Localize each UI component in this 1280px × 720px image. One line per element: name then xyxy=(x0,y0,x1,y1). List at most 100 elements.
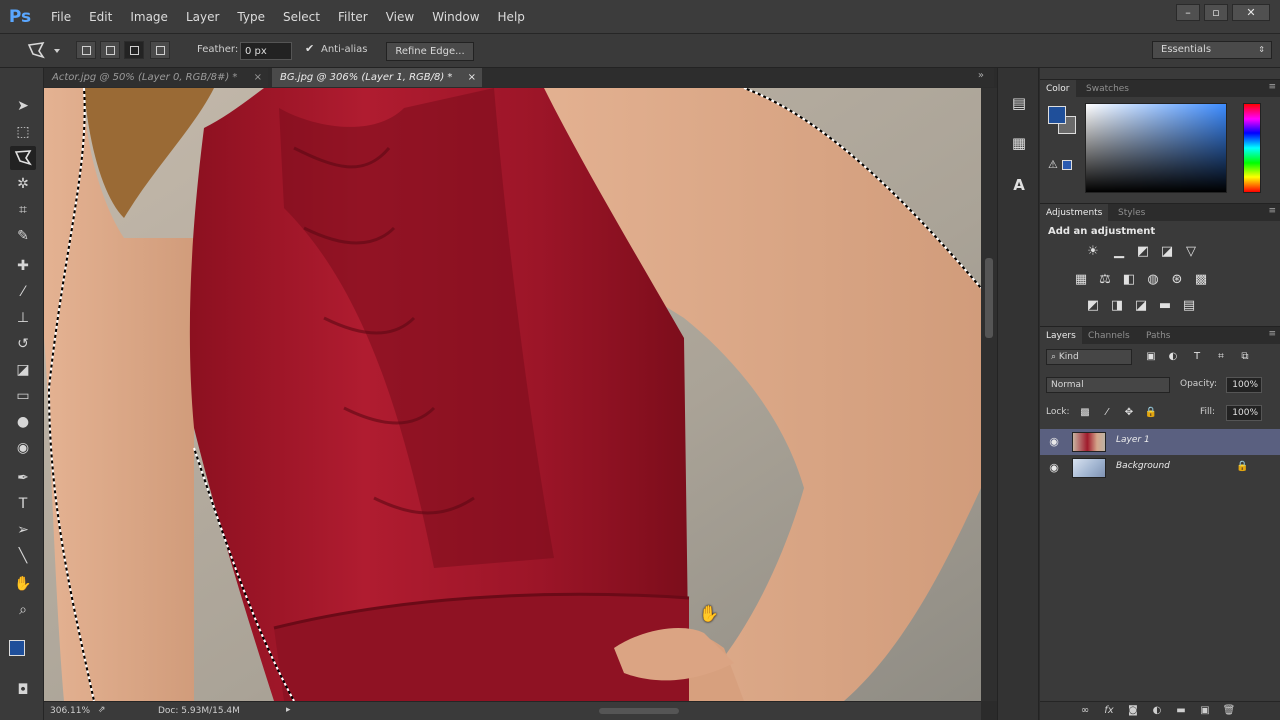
link-layers-icon[interactable]: ∞ xyxy=(1078,704,1092,718)
lock-pixels-icon[interactable]: ⁄ xyxy=(1098,405,1116,421)
menu-layer[interactable]: Layer xyxy=(177,10,228,24)
blend-mode-select[interactable]: Normal xyxy=(1046,377,1170,393)
brightness-icon[interactable]: ☀ xyxy=(1084,244,1102,260)
tab-actor-doc[interactable]: Actor.jpg @ 50% (Layer 0, RGB/8#) * × xyxy=(44,68,268,87)
new-adjustment-icon[interactable]: ◐ xyxy=(1150,704,1164,718)
filter-shape-icon[interactable]: ⌗ xyxy=(1212,349,1230,365)
filter-type-icon[interactable]: T xyxy=(1188,349,1206,365)
menu-filter[interactable]: Filter xyxy=(329,10,377,24)
hue-saturation-icon[interactable]: ▦ xyxy=(1072,272,1090,288)
delete-layer-icon[interactable]: 🗑 xyxy=(1222,704,1236,718)
hand-tool-icon[interactable]: ✋ xyxy=(10,572,36,596)
workspace-select[interactable]: Essentials ⇕ xyxy=(1152,41,1272,59)
photo-filter-icon[interactable]: ◍ xyxy=(1144,272,1162,288)
blur-tool-icon[interactable]: ● xyxy=(10,410,36,434)
menu-window[interactable]: Window xyxy=(423,10,488,24)
layer-style-icon[interactable]: fx xyxy=(1102,704,1116,718)
feather-input[interactable] xyxy=(240,42,292,60)
zoom-readout[interactable]: 306.11% xyxy=(50,706,90,716)
visibility-eye-icon[interactable]: ◉ xyxy=(1047,461,1061,475)
character-panel-icon[interactable]: A xyxy=(1006,172,1032,198)
quick-mask-icon[interactable]: ◘ xyxy=(10,678,36,702)
black-white-icon[interactable]: ◧ xyxy=(1120,272,1138,288)
tab-styles[interactable]: Styles xyxy=(1112,204,1151,222)
filter-smartobject-icon[interactable]: ⧉ xyxy=(1236,349,1254,365)
collapse-icon[interactable]: » xyxy=(978,70,984,81)
color-balance-icon[interactable]: ⚖ xyxy=(1096,272,1114,288)
close-icon[interactable]: × xyxy=(468,68,476,87)
type-tool-icon[interactable]: T xyxy=(10,492,36,516)
curves-icon[interactable]: ◩ xyxy=(1134,244,1152,260)
crop-tool-icon[interactable]: ⌗ xyxy=(10,198,36,222)
layer-row-layer-1[interactable]: ◉ Layer 1 xyxy=(1040,429,1280,455)
lasso-tool-icon[interactable] xyxy=(10,146,36,170)
menu-view[interactable]: View xyxy=(377,10,423,24)
color-foreground-swatch[interactable] xyxy=(1048,106,1066,124)
tab-swatches[interactable]: Swatches xyxy=(1080,80,1135,98)
threshold-icon[interactable]: ◪ xyxy=(1132,298,1150,314)
new-selection-button[interactable] xyxy=(76,41,96,59)
posterize-icon[interactable]: ◨ xyxy=(1108,298,1126,314)
visibility-eye-icon[interactable]: ◉ xyxy=(1047,435,1061,449)
fill-input[interactable]: 100% xyxy=(1226,405,1262,421)
hue-slider[interactable] xyxy=(1243,103,1261,193)
zoom-tool-icon[interactable]: ⌕ xyxy=(10,598,36,622)
tool-preset-picker[interactable] xyxy=(24,40,64,62)
brush-tool-icon[interactable]: ⁄ xyxy=(10,280,36,304)
close-icon[interactable]: × xyxy=(254,68,262,87)
magic-wand-tool-icon[interactable]: ✲ xyxy=(10,172,36,196)
clone-stamp-tool-icon[interactable]: ⊥ xyxy=(10,306,36,330)
tab-paths[interactable]: Paths xyxy=(1140,327,1176,345)
line-tool-icon[interactable]: ╲ xyxy=(10,544,36,568)
layer-name[interactable]: Layer 1 xyxy=(1116,435,1150,445)
panel-menu-icon[interactable]: ≡ xyxy=(1268,82,1276,92)
tab-bg-doc[interactable]: BG.jpg @ 306% (Layer 1, RGB/8) * × xyxy=(272,68,482,87)
filter-adjustment-icon[interactable]: ◐ xyxy=(1164,349,1182,365)
selective-color-icon[interactable]: ▤ xyxy=(1180,298,1198,314)
new-group-icon[interactable]: ▬ xyxy=(1174,704,1188,718)
tab-adjustments[interactable]: Adjustments xyxy=(1040,204,1109,222)
history-panel-icon[interactable]: ▤ xyxy=(1006,90,1032,116)
exposure-icon[interactable]: ◪ xyxy=(1158,244,1176,260)
path-selection-tool-icon[interactable]: ➢ xyxy=(10,518,36,542)
eyedropper-tool-icon[interactable]: ✎ xyxy=(10,224,36,248)
close-button[interactable]: ✕ xyxy=(1232,4,1270,21)
filter-pixel-icon[interactable]: ▣ xyxy=(1142,349,1160,365)
menu-select[interactable]: Select xyxy=(274,10,329,24)
websafe-swatch[interactable] xyxy=(1062,160,1072,170)
layer-filter-select[interactable]: ⌕ Kind xyxy=(1046,349,1132,365)
horizontal-scroll-thumb[interactable] xyxy=(599,708,679,714)
levels-icon[interactable]: ▁ xyxy=(1110,244,1128,260)
minimize-button[interactable]: – xyxy=(1176,4,1200,21)
properties-panel-icon[interactable]: ▦ xyxy=(1006,130,1032,156)
subtract-selection-button[interactable] xyxy=(124,41,144,59)
eraser-tool-icon[interactable]: ◪ xyxy=(10,358,36,382)
document-canvas[interactable]: ✋ xyxy=(44,88,981,701)
color-lookup-icon[interactable]: ▩ xyxy=(1192,272,1210,288)
tab-color[interactable]: Color xyxy=(1040,80,1076,98)
add-selection-button[interactable] xyxy=(100,41,120,59)
foreground-color-swatch[interactable] xyxy=(9,640,25,656)
marquee-tool-icon[interactable]: ⬚ xyxy=(10,120,36,144)
move-tool-icon[interactable]: ➤ xyxy=(10,94,36,118)
new-layer-icon[interactable]: ▣ xyxy=(1198,704,1212,718)
history-brush-tool-icon[interactable]: ↺ xyxy=(10,332,36,356)
panel-menu-icon[interactable]: ≡ xyxy=(1268,329,1276,339)
gradient-tool-icon[interactable]: ▭ xyxy=(10,384,36,408)
lock-transparency-icon[interactable]: ▩ xyxy=(1076,405,1094,421)
refine-edge-button[interactable]: Refine Edge... xyxy=(386,42,474,61)
layer-name[interactable]: Background xyxy=(1116,461,1170,471)
scroll-thumb[interactable] xyxy=(985,258,993,338)
tab-channels[interactable]: Channels xyxy=(1082,327,1136,345)
color-spectrum[interactable] xyxy=(1085,103,1227,193)
dodge-tool-icon[interactable]: ◉ xyxy=(10,436,36,460)
restore-button[interactable]: ▫ xyxy=(1204,4,1228,21)
tab-layers[interactable]: Layers xyxy=(1040,327,1082,345)
antialias-checkbox[interactable]: ✔ xyxy=(305,42,314,55)
play-arrow-icon[interactable]: ▸ xyxy=(286,705,291,715)
panel-menu-icon[interactable]: ≡ xyxy=(1268,206,1276,216)
intersect-selection-button[interactable] xyxy=(150,41,170,59)
invert-icon[interactable]: ◩ xyxy=(1084,298,1102,314)
opacity-input[interactable]: 100% xyxy=(1226,377,1262,393)
menu-help[interactable]: Help xyxy=(489,10,534,24)
